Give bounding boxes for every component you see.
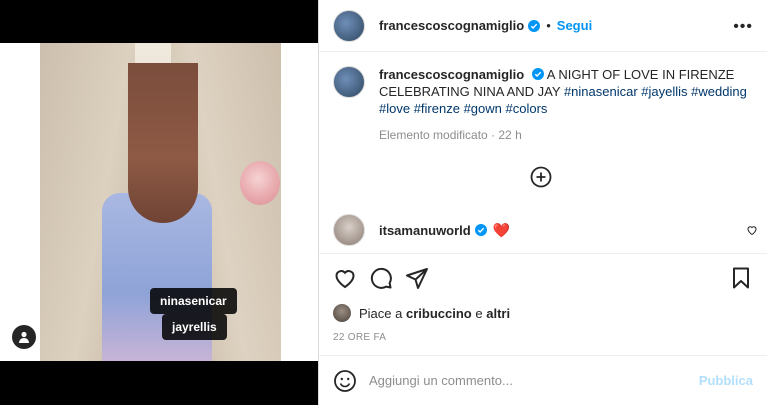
likes-avatar[interactable] (333, 304, 351, 322)
heart-icon[interactable] (746, 224, 758, 236)
media-frame: ninasenicar jayrellis (0, 43, 318, 361)
hashtag[interactable]: #firenze (414, 101, 460, 116)
hashtag[interactable]: #colors (506, 101, 548, 116)
user-tag-jayrellis[interactable]: jayrellis (162, 314, 227, 340)
bookmark-icon[interactable] (729, 266, 753, 290)
heart-icon[interactable] (333, 266, 357, 290)
chest (128, 63, 198, 223)
hashtag[interactable]: #gown (464, 101, 502, 116)
hashtag[interactable]: #love (379, 101, 410, 116)
caption-body: francescoscognamiglio A NIGHT OF LOVE IN… (379, 66, 753, 144)
caption-username[interactable]: francescoscognamiglio (379, 67, 524, 82)
separator-dot: • (546, 18, 551, 33)
likes-summary: Piace a cribuccino e altri (333, 304, 510, 322)
verified-badge-icon (528, 19, 541, 32)
comment-avatar[interactable] (333, 214, 365, 246)
header-username[interactable]: francescoscognamiglio (379, 18, 524, 33)
likes-others[interactable]: altri (486, 306, 510, 321)
more-icon[interactable]: ••• (733, 18, 753, 36)
share-icon[interactable] (405, 266, 429, 290)
emoji-icon[interactable] (333, 369, 357, 393)
comment-username[interactable]: itsamanuworld (379, 223, 471, 238)
post-sidebar: francescoscognamiglio • Segui ••• france… (318, 0, 767, 405)
hashtag[interactable]: #wedding (691, 84, 747, 99)
verified-badge-icon (474, 224, 487, 236)
likes-user[interactable]: cribuccino (406, 306, 472, 321)
post-photo[interactable]: ninasenicar jayrellis (40, 43, 281, 361)
plus-circle-icon[interactable] (530, 166, 552, 188)
user-tag-ninasenicar[interactable]: ninasenicar (150, 288, 237, 314)
verified-badge-icon (531, 68, 544, 80)
hashtag[interactable]: #jayellis (641, 84, 687, 99)
rose-boutonniere (240, 161, 280, 205)
caption: francescoscognamiglio A NIGHT OF LOVE IN… (319, 52, 767, 144)
edited-label: Elemento modificato · 22 h (379, 128, 522, 142)
post-media: ninasenicar jayrellis (0, 0, 318, 405)
likes-conj: e (475, 305, 483, 321)
caption-avatar[interactable] (333, 66, 365, 98)
comment-icon[interactable] (369, 266, 393, 290)
add-comment-bar: Pubblica (319, 355, 767, 405)
publish-button[interactable]: Pubblica (699, 373, 753, 388)
likes-prefix: Piace a (359, 305, 403, 321)
follow-button[interactable]: Segui (557, 18, 592, 33)
hashtag[interactable]: #ninasenicar (564, 84, 638, 99)
comment-input[interactable] (369, 373, 689, 388)
comment-row: itsamanuworld ❤️ (333, 214, 758, 246)
action-bar (319, 253, 767, 301)
avatar[interactable] (333, 9, 365, 42)
comment-text: ❤️ (492, 221, 511, 238)
post-header: francescoscognamiglio • Segui ••• (319, 0, 767, 52)
user-tag-icon[interactable] (12, 325, 36, 349)
post-timestamp[interactable]: 22 ORE FA (333, 332, 386, 343)
post-dialog: ninasenicar jayrellis francescoscognamig… (0, 0, 767, 405)
